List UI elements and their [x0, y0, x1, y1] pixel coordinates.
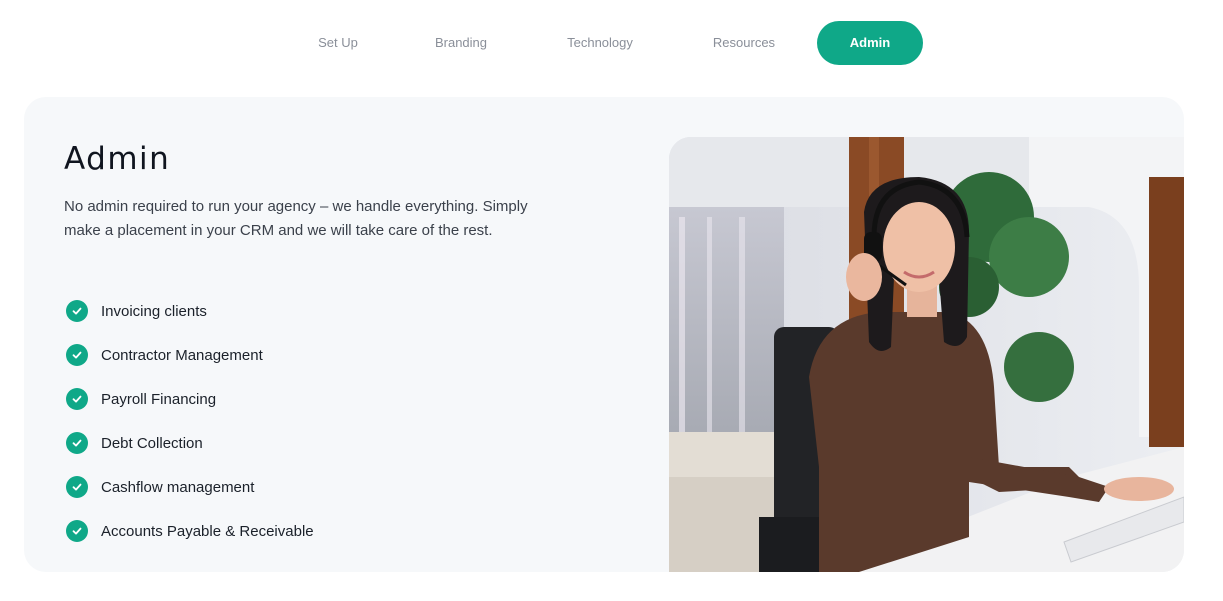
section-description: No admin required to run your agency – w… [64, 198, 528, 239]
tab-set-up[interactable]: Set Up [296, 21, 380, 65]
feature-item: Accounts Payable & Receivable [64, 509, 314, 553]
section-title: Admin [64, 141, 171, 177]
feature-label: Accounts Payable & Receivable [101, 522, 314, 540]
feature-label: Debt Collection [101, 434, 203, 452]
support-agent-photo [669, 137, 1184, 572]
tab-technology[interactable]: Technology [548, 21, 652, 65]
tab-branding[interactable]: Branding [418, 21, 504, 65]
feature-label: Contractor Management [101, 346, 263, 364]
feature-label: Payroll Financing [101, 390, 217, 408]
admin-panel: Admin No admin required to run your agen… [24, 97, 1184, 572]
check-circle-icon [66, 344, 88, 366]
check-circle-icon [66, 300, 88, 322]
check-circle-icon [66, 476, 88, 498]
check-circle-icon [66, 388, 88, 410]
check-circle-icon [66, 432, 88, 454]
section-tabs: Set Up Branding Technology Resources Adm… [0, 21, 1223, 65]
feature-label: Cashflow management [101, 478, 255, 496]
feature-list: Invoicing clients Contractor Management … [64, 289, 314, 553]
feature-item: Payroll Financing [64, 377, 314, 421]
feature-item: Debt Collection [64, 421, 314, 465]
feature-label: Invoicing clients [101, 302, 207, 320]
check-circle-icon [66, 520, 88, 542]
feature-item: Cashflow management [64, 465, 314, 509]
feature-item: Contractor Management [64, 333, 314, 377]
tab-resources[interactable]: Resources [697, 21, 791, 65]
tab-admin[interactable]: Admin [817, 21, 923, 65]
feature-item: Invoicing clients [64, 289, 314, 333]
